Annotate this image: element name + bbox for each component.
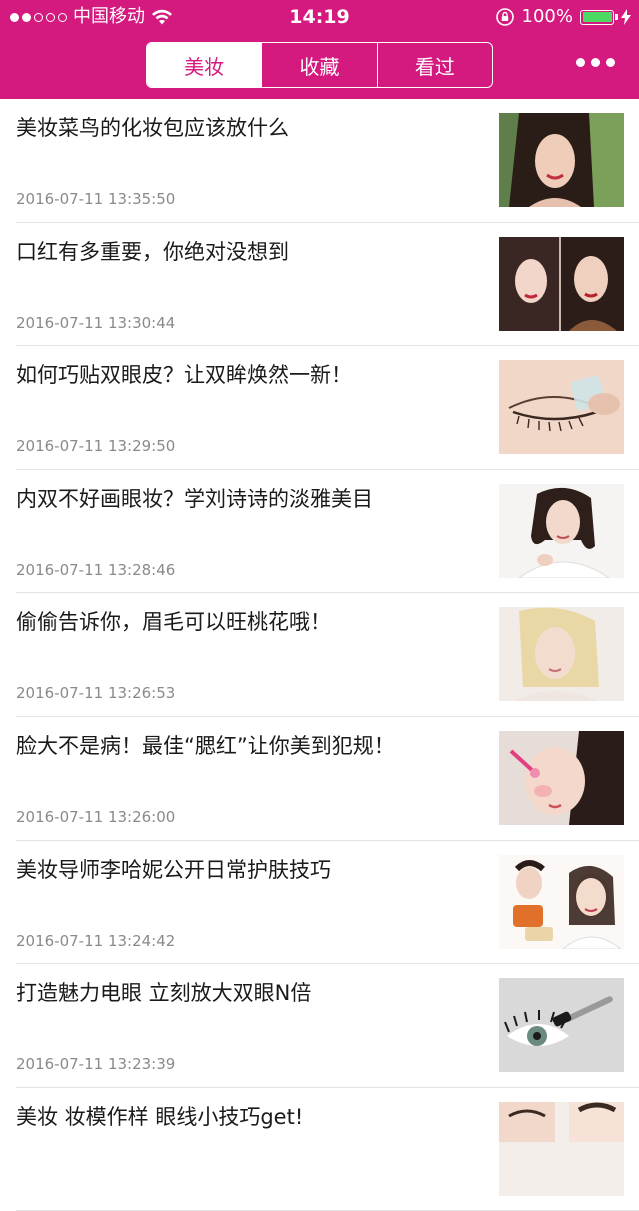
eyeliner-models-thumbnail <box>499 1101 624 1196</box>
list-item[interactable]: 内双不好画眼妆？学刘诗诗的淡雅美目 2016-07-11 13:28:46 <box>0 470 639 594</box>
article-date: 2016-07-11 13:26:53 <box>16 684 176 703</box>
blonde-woman-thumbnail <box>499 607 624 702</box>
article-title: 美妆菜鸟的化妆包应该放什么 <box>16 116 289 140</box>
article-date: 2016-07-11 13:24:42 <box>16 931 176 950</box>
article-date: 2016-07-11 13:28:46 <box>16 560 176 579</box>
woman-portrait-thumbnail <box>499 113 624 207</box>
mascara-eye-thumbnail <box>499 978 624 1073</box>
article-date: 2016-07-11 13:23:39 <box>16 1055 176 1074</box>
article-title: 打造魅力电眼 立刻放大双眼N倍 <box>16 981 312 1006</box>
skincare-products-thumbnail <box>499 854 624 949</box>
article-title: 脸大不是病！最佳“腮红”让你美到犯规！ <box>16 733 395 758</box>
article-title: 美妆 妆模作样 眼线小技巧get! <box>16 1104 304 1129</box>
actress-portrait-thumbnail <box>499 483 624 578</box>
list-item[interactable]: 口红有多重要，你绝对没想到 2016-07-11 13:30:44 <box>0 223 639 347</box>
list-item[interactable]: 如何巧贴双眼皮？让双眸焕然一新！ 2016-07-11 13:29:50 <box>0 346 639 470</box>
tab-favorites[interactable]: 收藏 <box>262 43 378 87</box>
list-item[interactable]: 美妆导师李哈妮公开日常护肤技巧 2016-07-11 13:24:42 <box>0 841 639 965</box>
list-item[interactable]: 偷偷告诉你，眉毛可以旺桃花哦！ 2016-07-11 13:26:53 <box>0 593 639 717</box>
battery-icon <box>580 9 618 25</box>
blush-makeup-thumbnail <box>499 730 624 825</box>
list-item[interactable]: 美妆 妆模作样 眼线小技巧get! <box>0 1088 639 1211</box>
article-date: 2016-07-11 13:26:00 <box>16 807 176 826</box>
article-title: 口红有多重要，你绝对没想到 <box>16 239 289 264</box>
tab-history[interactable]: 看过 <box>378 43 492 87</box>
article-date: 2016-07-11 13:30:44 <box>16 313 176 332</box>
article-date: 2016-07-11 13:29:50 <box>16 437 176 456</box>
status-right: 100% <box>495 6 631 28</box>
article-title: 如何巧贴双眼皮？让双眸焕然一新！ <box>16 363 352 388</box>
list-item[interactable]: 美妆菜鸟的化妆包应该放什么 2016-07-11 13:35:50 <box>0 99 639 223</box>
status-bar: 中国移动 14:19 100% <box>0 0 639 34</box>
battery-percentage: 100% <box>521 6 573 27</box>
article-list: 美妆菜鸟的化妆包应该放什么 2016-07-11 13:35:50 口红有多重要… <box>0 99 639 1211</box>
article-title: 偷偷告诉你，眉毛可以旺桃花哦！ <box>16 610 331 635</box>
segmented-tabs: 美妆 收藏 看过 <box>146 42 493 88</box>
article-title: 美妆导师李哈妮公开日常护肤技巧 <box>16 857 331 882</box>
tab-makeup[interactable]: 美妆 <box>147 43 263 87</box>
list-item[interactable]: 打造魅力电眼 立刻放大双眼N倍 2016-07-11 13:23:39 <box>0 964 639 1088</box>
eyelid-tape-thumbnail <box>499 360 624 455</box>
list-item[interactable]: 脸大不是病！最佳“腮红”让你美到犯规！ 2016-07-11 13:26:00 <box>0 717 639 841</box>
charging-bolt-icon <box>621 9 631 25</box>
article-date: 2016-07-11 13:35:50 <box>16 190 176 208</box>
two-women-lipstick-thumbnail <box>499 236 624 331</box>
battery-level-fill <box>582 12 612 22</box>
rotation-lock-icon <box>495 8 514 26</box>
more-options-icon[interactable] <box>576 58 615 67</box>
article-title: 内双不好画眼妆？学刘诗诗的淡雅美目 <box>16 486 373 511</box>
top-navigation-bar: 中国移动 14:19 100% 美妆 收藏 看过 <box>0 0 639 99</box>
